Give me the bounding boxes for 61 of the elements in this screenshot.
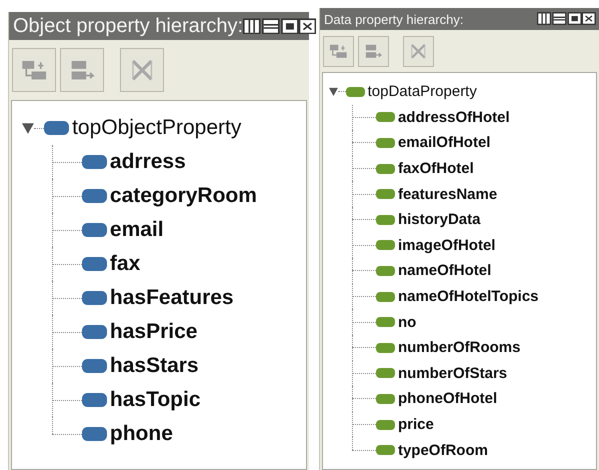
property-icon (376, 164, 395, 174)
panel-title: Object property hierarchy: (13, 14, 244, 38)
tree-item[interactable]: emailOfHotel (398, 134, 490, 152)
property-icon (82, 257, 107, 271)
property-icon (376, 317, 395, 328)
property-icon (376, 214, 395, 225)
tree-item[interactable]: email (110, 218, 164, 242)
toolbar-button[interactable] (12, 48, 56, 92)
tree-item[interactable]: phone (110, 422, 173, 446)
tree-item[interactable]: topDataProperty (368, 83, 477, 100)
collapse-icon[interactable] (329, 87, 338, 96)
property-icon (82, 359, 107, 373)
window-controls-icon[interactable] (537, 12, 596, 26)
tree-item[interactable]: hasPrice (110, 320, 198, 344)
toolbar-button[interactable] (120, 48, 164, 92)
property-icon (82, 189, 107, 203)
tree-item[interactable]: numberOfRooms (398, 339, 520, 356)
toolbar-button[interactable] (60, 48, 104, 92)
tree-item[interactable]: imageOfHotel (398, 236, 496, 254)
property-icon (376, 292, 395, 302)
property-icon (82, 427, 107, 441)
property-icon (376, 266, 395, 276)
toolbar-button[interactable] (358, 36, 389, 66)
tree-item[interactable]: nameOfHotelTopics (398, 288, 539, 306)
property-icon (376, 240, 395, 250)
delete-icon (409, 42, 428, 60)
property-icon (376, 368, 395, 378)
tree-item[interactable]: hasStars (110, 354, 199, 378)
property-icon (376, 342, 395, 353)
tree-item[interactable]: featuresName (398, 186, 498, 203)
panel-title: Data property hierarchy: (324, 12, 464, 26)
tree-item[interactable]: adrress (110, 150, 186, 174)
property-icon (82, 325, 107, 339)
property-icon (376, 445, 395, 456)
tree-item[interactable]: no (398, 314, 416, 331)
tree-item[interactable]: price (398, 416, 434, 434)
tree-item[interactable]: typeOfRoom (398, 442, 488, 459)
property-icon (376, 420, 395, 430)
tree-item[interactable]: phoneOfHotel (398, 390, 498, 408)
tree-item[interactable]: topObjectProperty (72, 116, 242, 140)
tree-item[interactable]: hasTopic (110, 388, 201, 412)
toolbar-button[interactable] (323, 36, 354, 66)
tree-item[interactable]: hasFeatures (110, 286, 234, 310)
tree-item[interactable]: numberOfStars (398, 364, 508, 382)
collapse-icon[interactable] (22, 122, 34, 134)
tree-item[interactable]: addressOfHotel (398, 108, 510, 126)
tree-item[interactable]: historyData (398, 211, 480, 228)
tree-item[interactable]: faxOfHotel (398, 160, 474, 178)
property-icon (82, 223, 107, 237)
tree-item[interactable]: categoryRoom (110, 184, 257, 208)
property-icon (376, 189, 395, 200)
tree-item[interactable]: fax (110, 252, 140, 276)
tree-item[interactable]: nameOfHotel (398, 262, 492, 280)
toolbar-button[interactable] (403, 36, 434, 66)
property-icon (82, 155, 107, 169)
property-icon (376, 112, 395, 122)
property-icon (376, 138, 395, 148)
property-icon (82, 393, 107, 407)
window-controls-icon[interactable] (243, 18, 316, 34)
property-icon (376, 394, 395, 404)
property-icon (82, 291, 107, 305)
